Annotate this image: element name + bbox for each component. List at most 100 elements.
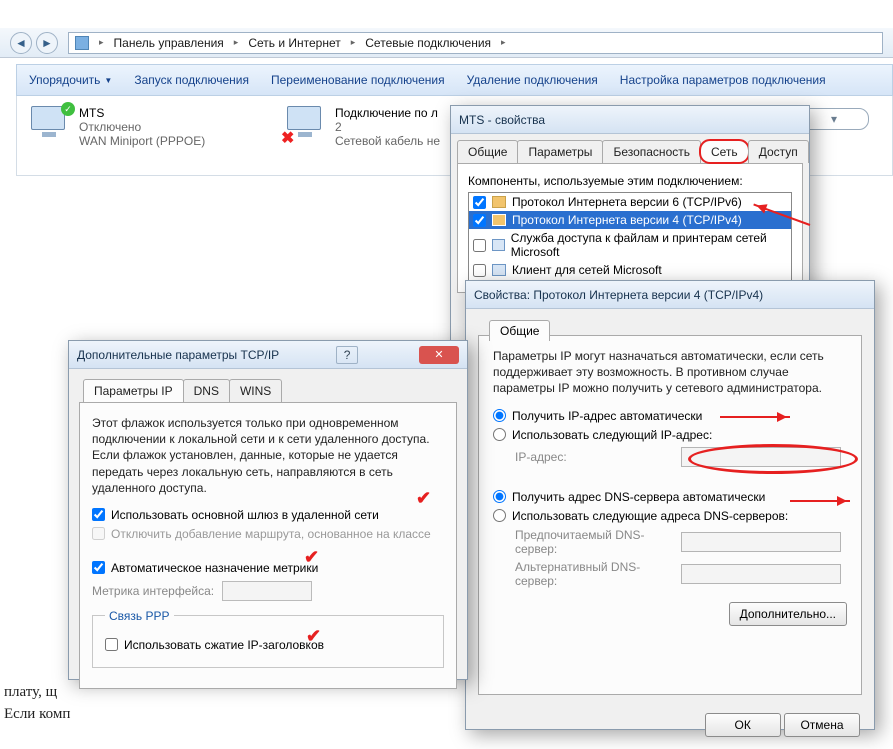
close-button[interactable]: ✕ [419,346,459,364]
cmd-organize[interactable]: Упорядочить▼ [29,73,112,87]
nav-back-button[interactable]: ◄ [10,32,32,54]
field-label: Альтернативный DNS-сервер: [515,560,675,588]
checkbox-input[interactable] [92,508,105,521]
cmd-connection-settings[interactable]: Настройка параметров подключения [620,73,826,87]
checkbox-disable-class-route: Отключить добавление маршрута, основанно… [92,527,444,541]
radio-input[interactable] [493,409,506,422]
connection-device: WAN Miniport (PPPOE) [79,134,205,148]
connection-item-mts[interactable]: ✓ MTS Отключено WAN Miniport (PPPOE) [31,106,205,148]
breadcrumb[interactable]: ▸ Панель управления ▸ Сеть и Интернет ▸ … [68,32,883,54]
field-ip-address: IP-адрес: [515,447,847,467]
component-checkbox[interactable] [473,239,486,252]
component-checkbox[interactable] [473,196,486,209]
field-label: Метрика интерфейса: [92,584,214,598]
checkbox-label: Использовать сжатие IP-заголовков [124,638,324,652]
window-title: MTS - свойства [459,113,545,127]
window-title-bar[interactable]: Дополнительные параметры TCP/IP ? ✕ [69,341,467,369]
connection-status: 2 [335,120,440,134]
field-label: Предпочитаемый DNS-сервер: [515,528,675,556]
checkbox-label: Отключить добавление маршрута, основанно… [111,527,431,541]
field-label: IP-адрес: [515,450,675,464]
radio-manual-ip[interactable]: Использовать следующий IP-адрес: [493,428,847,442]
radio-manual-dns[interactable]: Использовать следующие адреса DNS-сервер… [493,509,847,523]
field-dns-alt: Альтернативный DNS-сервер: [515,560,847,588]
dns2-input [681,564,841,584]
dns1-input [681,532,841,552]
advanced-button[interactable]: Дополнительно... [729,602,847,626]
crumb-control-panel[interactable]: Панель управления [114,36,224,50]
bg-text: Если комп [4,706,70,723]
connection-name: Подключение по л [335,106,440,120]
crumb-network-internet[interactable]: Сеть и Интернет [248,36,340,50]
cancel-button[interactable]: Отмена [784,713,860,737]
command-bar: Упорядочить▼ Запуск подключения Переимен… [16,64,893,96]
component-checkbox[interactable] [473,214,486,227]
components-label: Компоненты, используемые этим подключени… [468,174,792,188]
explorer-address-bar: ◄ ► ▸ Панель управления ▸ Сеть и Интерне… [0,28,893,58]
connection-device: Сетевой кабель не [335,134,440,148]
component-checkbox[interactable] [473,264,486,277]
checkbox-label: Автоматическое назначение метрики [111,561,318,575]
tab-security[interactable]: Безопасность [602,140,701,163]
field-interface-metric: Метрика интерфейса: [92,581,444,601]
components-list[interactable]: Протокол Интернета версии 6 (TCP/IPv6) П… [468,192,792,282]
component-ms-client[interactable]: Клиент для сетей Microsoft [469,261,791,279]
nav-fwd-button[interactable]: ► [36,32,58,54]
component-ipv6[interactable]: Протокол Интернета версии 6 (TCP/IPv6) [469,193,791,211]
cmd-start-connection[interactable]: Запуск подключения [134,73,249,87]
window-title-bar[interactable]: MTS - свойства [451,106,809,134]
radio-label: Использовать следующий IP-адрес: [512,428,712,442]
checkbox-label: Использовать основной шлюз в удаленной с… [111,508,379,522]
tab-general[interactable]: Общие [489,320,550,341]
window-advanced-tcpip: Дополнительные параметры TCP/IP ? ✕ Пара… [68,340,468,680]
radio-input[interactable] [493,428,506,441]
tab-access[interactable]: Доступ [748,140,809,163]
component-ipv4[interactable]: Протокол Интернета версии 4 (TCP/IPv4) [469,211,791,229]
cmd-rename-connection[interactable]: Переименование подключения [271,73,445,87]
radio-auto-ip[interactable]: Получить IP-адрес автоматически [493,409,847,423]
radio-auto-dns[interactable]: Получить адрес DNS-сервера автоматически [493,490,847,504]
component-label: Служба доступа к файлам и принтерам сете… [511,231,787,259]
tab-dns[interactable]: DNS [183,379,230,402]
radio-input[interactable] [493,509,506,522]
radio-input[interactable] [493,490,506,503]
service-icon [492,239,505,251]
checkbox-input[interactable] [92,561,105,574]
radio-label: Получить адрес DNS-сервера автоматически [512,490,765,504]
ok-button[interactable]: ОК [705,713,781,737]
component-file-service[interactable]: Служба доступа к файлам и принтерам сете… [469,229,791,261]
connection-name: MTS [79,106,205,120]
crumb-network-connections[interactable]: Сетевые подключения [365,36,491,50]
window-title: Свойства: Протокол Интернета версии 4 (T… [474,288,763,302]
description-text: Параметры IP могут назначаться автоматич… [493,348,847,397]
checkbox-default-gateway[interactable]: Использовать основной шлюз в удаленной с… [92,508,444,522]
cmd-delete-connection[interactable]: Удаление подключения [467,73,598,87]
tab-ip-params[interactable]: Параметры IP [83,379,184,402]
service-icon [492,264,506,276]
tab-network[interactable]: Сеть [700,140,749,163]
tab-parameters[interactable]: Параметры [517,140,603,163]
checkbox-input[interactable] [105,638,118,651]
tab-strip: Общие Параметры Безопасность Сеть Доступ [451,134,809,163]
location-icon [75,36,89,50]
help-button[interactable]: ? [336,346,358,364]
checkbox-ip-header-compression[interactable]: Использовать сжатие IP-заголовков [105,638,431,652]
field-dns-preferred: Предпочитаемый DNS-сервер: [515,528,847,556]
tab-general[interactable]: Общие [457,140,518,163]
tab-wins[interactable]: WINS [229,379,282,402]
component-label: Протокол Интернета версии 4 (TCP/IPv4) [512,213,742,227]
window-ipv4-properties: Свойства: Протокол Интернета версии 4 (T… [465,280,875,730]
component-label: Протокол Интернета версии 6 (TCP/IPv6) [512,195,742,209]
radio-label: Использовать следующие адреса DNS-сервер… [512,509,788,523]
bg-text: плату, щ [4,684,57,701]
checkbox-auto-metric[interactable]: Автоматическое назначение метрики [92,561,444,575]
window-title: Дополнительные параметры TCP/IP [77,348,279,362]
protocol-icon [492,196,506,208]
group-label: Связь PPP [105,609,174,623]
connection-item-lan[interactable]: ✖ Подключение по л 2 Сетевой кабель не [287,106,440,148]
ip-address-input [681,447,841,467]
checkbox-input [92,527,105,540]
description-text: Этот флажок используется только при одно… [92,415,444,496]
window-title-bar[interactable]: Свойства: Протокол Интернета версии 4 (T… [466,281,874,309]
connection-status: Отключено [79,120,205,134]
